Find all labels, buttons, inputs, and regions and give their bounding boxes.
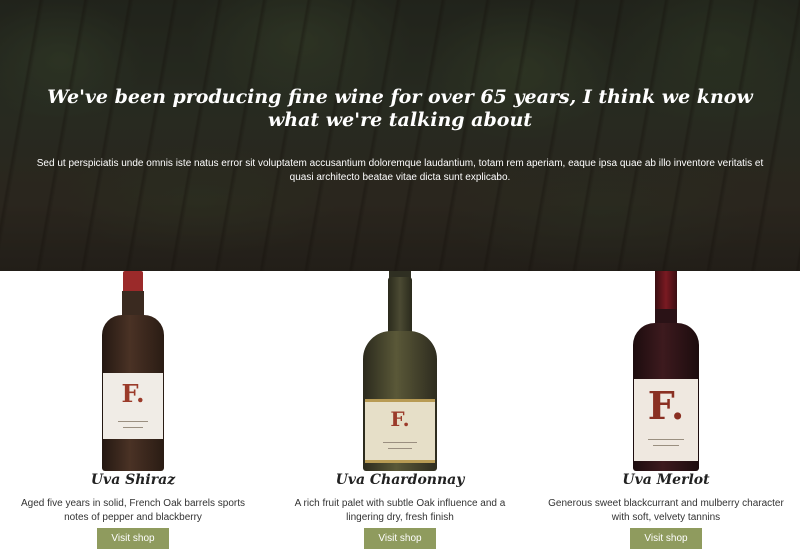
product-name: Uva Merlot (622, 472, 710, 488)
chardonnay-label-mark: F. (390, 407, 410, 431)
product-name: Uva Chardonnay (335, 472, 465, 488)
product-description: Aged five years in solid, French Oak bar… (21, 498, 245, 523)
product-description: A rich fruit palet with subtle Oak influ… (294, 498, 506, 523)
shiraz-label-mark: F. (121, 379, 145, 408)
shiraz-bottle-image: F. (98, 271, 168, 471)
merlot-label-mark: F. (647, 383, 685, 428)
merlot-bottle-image: F. (630, 271, 702, 471)
product-card-shiraz: F. Uva Shiraz Aged five years in solid, … (13, 271, 253, 549)
chardonnay-bottle-image: F. (360, 271, 440, 471)
visit-shop-button-merlot[interactable]: Visit shop (630, 528, 702, 549)
product-card-merlot: F. Uva Merlot Generous sweet blackcurran… (546, 271, 786, 549)
visit-shop-button-shiraz[interactable]: Visit shop (97, 528, 169, 549)
hero-text: Sed ut perspiciatis unde omnis iste natu… (36, 158, 764, 183)
product-grid: F. Uva Shiraz Aged five years in solid, … (0, 271, 800, 549)
visit-shop-button-chardonnay[interactable]: Visit shop (364, 528, 436, 549)
product-card-chardonnay: F. Uva Chardonnay A rich fruit palet wit… (280, 271, 520, 549)
hero-banner: We've been producing fine wine for over … (0, 0, 800, 271)
hero-title: We've been producing fine wine for over … (47, 86, 753, 131)
product-name: Uva Shiraz (90, 472, 176, 488)
product-description: Generous sweet blackcurrant and mulberry… (548, 498, 784, 523)
